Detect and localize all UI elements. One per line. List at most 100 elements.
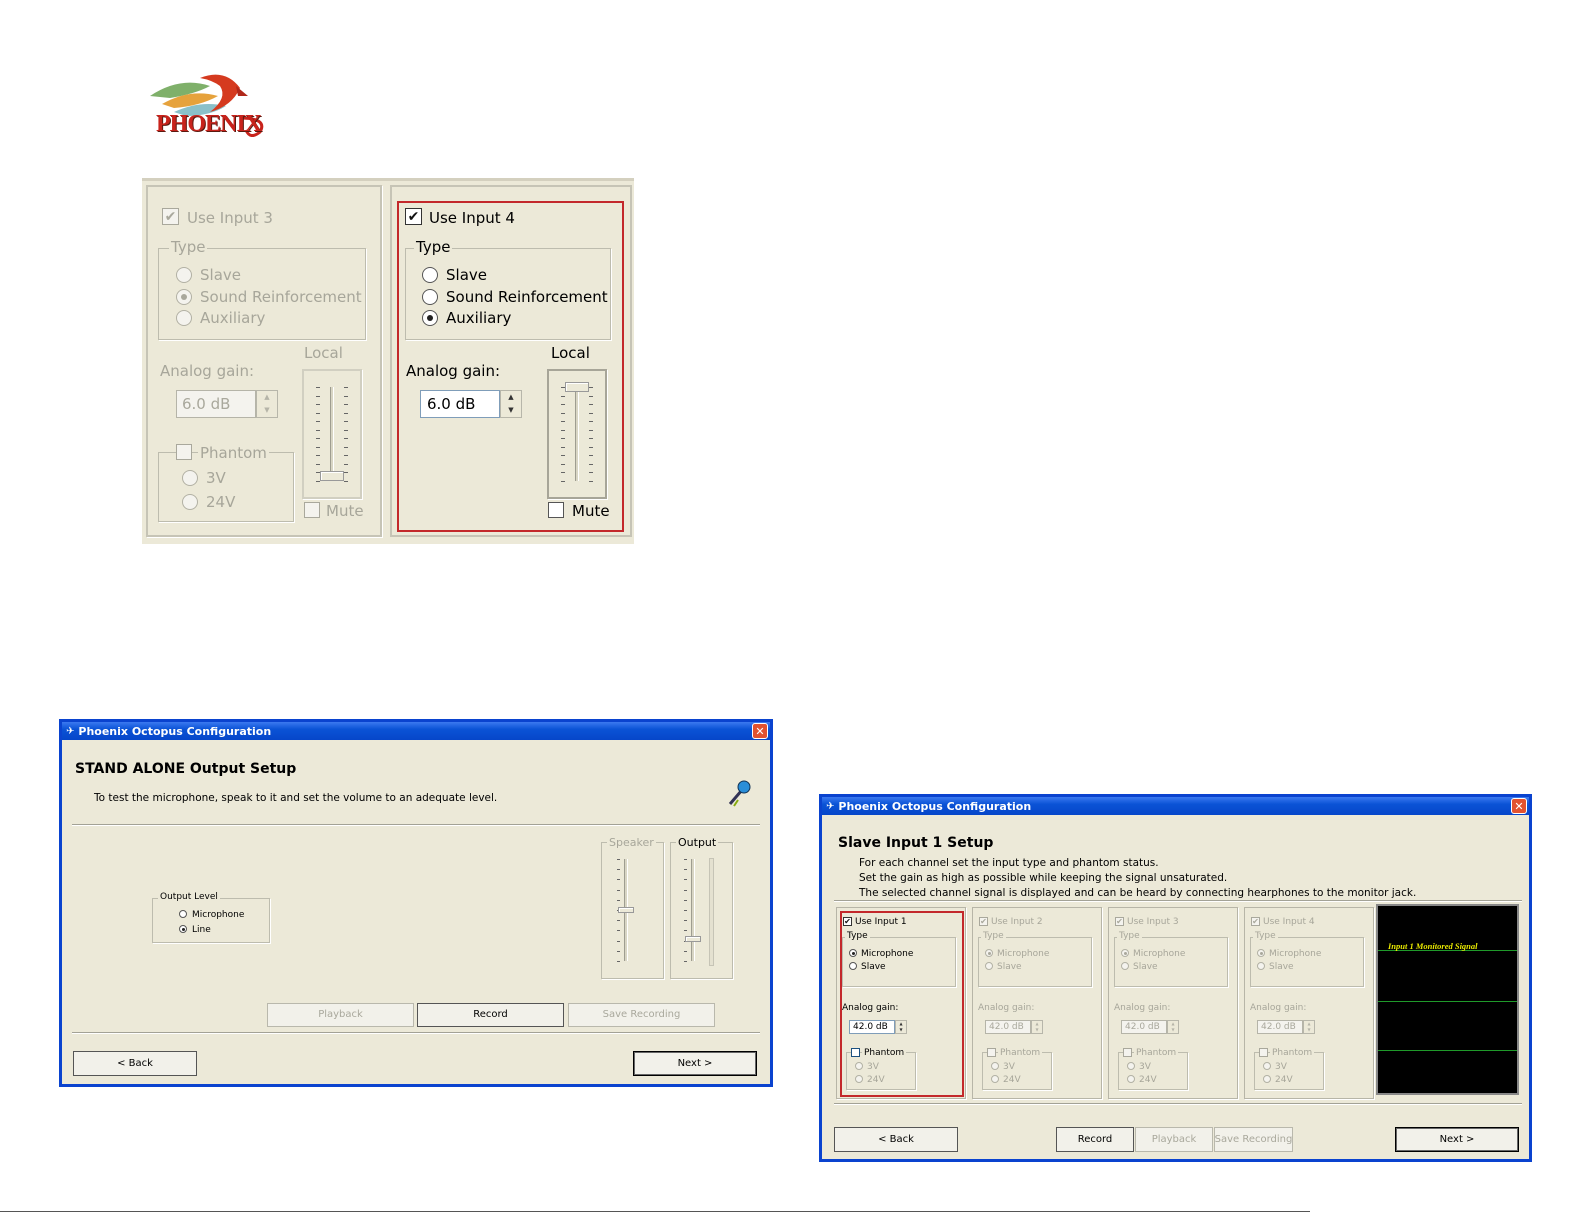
radio-label: 24V (1139, 1075, 1157, 1085)
use-input-4-checkbox[interactable]: ✔ (1251, 917, 1260, 926)
gain-value[interactable]: 42.0 dB (1121, 1020, 1167, 1034)
radio-sound-reinforcement-4[interactable] (422, 289, 438, 305)
analog-gain-label: Analog gain: (1250, 1003, 1307, 1013)
use-input-4-checkbox[interactable]: ✔ (405, 208, 422, 225)
radio-line[interactable] (179, 925, 187, 933)
phantom-checkbox[interactable] (987, 1048, 996, 1057)
close-icon[interactable]: ✕ (752, 723, 768, 739)
back-button[interactable]: < Back (834, 1127, 958, 1152)
radio-label: 3V (1139, 1062, 1151, 1072)
gain-value[interactable]: 42.0 dB (849, 1020, 895, 1034)
slider-thumb[interactable] (618, 907, 634, 913)
slider-track (575, 387, 579, 481)
mute-label-4: Mute (572, 502, 610, 520)
radio-slave[interactable] (849, 962, 857, 970)
use-input-3-checkbox[interactable]: ✔ (1115, 917, 1124, 926)
radio-slave[interactable] (1121, 962, 1129, 970)
spin-down-icon[interactable]: ▼ (1168, 1027, 1178, 1033)
use-input-2-checkbox[interactable]: ✔ (979, 917, 988, 926)
slider-tick (316, 421, 320, 422)
radio-auxiliary-3[interactable] (176, 310, 192, 326)
window-title: Phoenix Octopus Configuration (78, 724, 272, 738)
type-legend-4: Type (414, 238, 453, 256)
phantom-checkbox[interactable] (1123, 1048, 1132, 1057)
spin-down-icon[interactable]: ▼ (257, 404, 277, 417)
radio-3v[interactable] (991, 1062, 999, 1070)
radio-3v[interactable] (1127, 1062, 1135, 1070)
radio-microphone[interactable] (849, 949, 857, 957)
mute-checkbox-3[interactable] (304, 502, 320, 518)
slider-tick (589, 430, 593, 431)
radio-3v[interactable] (855, 1062, 863, 1070)
gain-value-3[interactable]: 6.0 dB (176, 390, 256, 418)
phantom-checkbox[interactable] (851, 1048, 860, 1057)
gain-spinner[interactable]: 42.0 dB ▲ ▼ (1257, 1020, 1315, 1034)
radio-slave[interactable] (1257, 962, 1265, 970)
local-slider-4[interactable] (553, 375, 601, 493)
mute-checkbox-4[interactable] (548, 502, 564, 518)
speaker-slider[interactable] (611, 855, 641, 965)
spin-up-icon[interactable]: ▲ (501, 391, 521, 404)
playback-button[interactable]: Playback (1135, 1127, 1213, 1152)
radio-3v[interactable] (182, 470, 198, 486)
slider-thumb[interactable] (565, 382, 589, 392)
radio-24v[interactable] (182, 494, 198, 510)
gain-value[interactable]: 42.0 dB (1257, 1020, 1303, 1034)
save-recording-button[interactable]: Save Recording (568, 1003, 715, 1027)
spin-down-icon[interactable]: ▼ (501, 404, 521, 417)
radio-auxiliary-4[interactable] (422, 310, 438, 326)
playback-button[interactable]: Playback (267, 1003, 414, 1027)
radio-microphone[interactable] (179, 910, 187, 918)
radio-24v[interactable] (991, 1075, 999, 1083)
slider-tick (617, 951, 620, 952)
slider-thumb[interactable] (320, 471, 344, 481)
local-label-4: Local (551, 344, 590, 362)
gain-spinner-3[interactable]: 6.0 dB ▲ ▼ (176, 390, 278, 418)
radio-24v[interactable] (1263, 1075, 1271, 1083)
local-slider-3[interactable] (308, 375, 356, 493)
radio-label: Slave (861, 962, 886, 972)
phantom-checkbox[interactable] (1259, 1048, 1268, 1057)
output-slider[interactable] (678, 855, 708, 965)
gain-spinner[interactable]: 42.0 dB ▲ ▼ (849, 1020, 907, 1034)
radio-slave-3[interactable] (176, 267, 192, 283)
standalone-window: ✈ Phoenix Octopus Configuration ✕ STAND … (59, 719, 773, 1087)
spin-down-icon[interactable]: ▼ (1032, 1027, 1042, 1033)
use-input-4-label: Use Input 4 (429, 209, 515, 227)
radio-sound-reinforcement-3[interactable] (176, 289, 192, 305)
use-input-3-checkbox[interactable]: ✔ (162, 208, 179, 225)
slider-tick (316, 396, 320, 397)
radio-slave-4[interactable] (422, 267, 438, 283)
spin-up-icon[interactable]: ▲ (257, 391, 277, 404)
back-button[interactable]: < Back (73, 1051, 197, 1076)
radio-microphone[interactable] (985, 949, 993, 957)
gain-spinner[interactable]: 42.0 dB ▲ ▼ (985, 1020, 1043, 1034)
logo-wordmark: PHOENIX (156, 111, 262, 137)
spin-down-icon[interactable]: ▼ (1304, 1027, 1314, 1033)
next-button[interactable]: Next > (633, 1051, 757, 1076)
slider-thumb[interactable] (685, 936, 701, 942)
record-button[interactable]: Record (417, 1003, 564, 1027)
radio-label: Slave (997, 962, 1022, 972)
radio-slave[interactable] (985, 962, 993, 970)
next-button[interactable]: Next > (1395, 1127, 1519, 1152)
record-button[interactable]: Record (1056, 1127, 1134, 1152)
gain-value-4[interactable]: 6.0 dB (420, 390, 500, 418)
slider-tick (684, 890, 687, 891)
phantom-checkbox-3[interactable] (176, 444, 192, 460)
slider-tick (561, 430, 565, 431)
gain-spinner[interactable]: 42.0 dB ▲ ▼ (1121, 1020, 1179, 1034)
radio-3v[interactable] (1263, 1062, 1271, 1070)
gain-value[interactable]: 42.0 dB (985, 1020, 1031, 1034)
use-input-1-checkbox[interactable]: ✔ (843, 917, 852, 926)
spin-down-icon[interactable]: ▼ (896, 1027, 906, 1033)
radio-24v[interactable] (855, 1075, 863, 1083)
radio-microphone[interactable] (1121, 949, 1129, 957)
radio-24v[interactable] (1127, 1075, 1135, 1083)
radio-microphone[interactable] (1257, 949, 1265, 957)
slider-tick (316, 404, 320, 405)
window-title: Phoenix Octopus Configuration (838, 799, 1032, 813)
save-recording-button[interactable]: Save Recording (1214, 1127, 1293, 1152)
close-icon[interactable]: ✕ (1511, 798, 1527, 814)
gain-spinner-4[interactable]: 6.0 dB ▲ ▼ (420, 390, 522, 418)
